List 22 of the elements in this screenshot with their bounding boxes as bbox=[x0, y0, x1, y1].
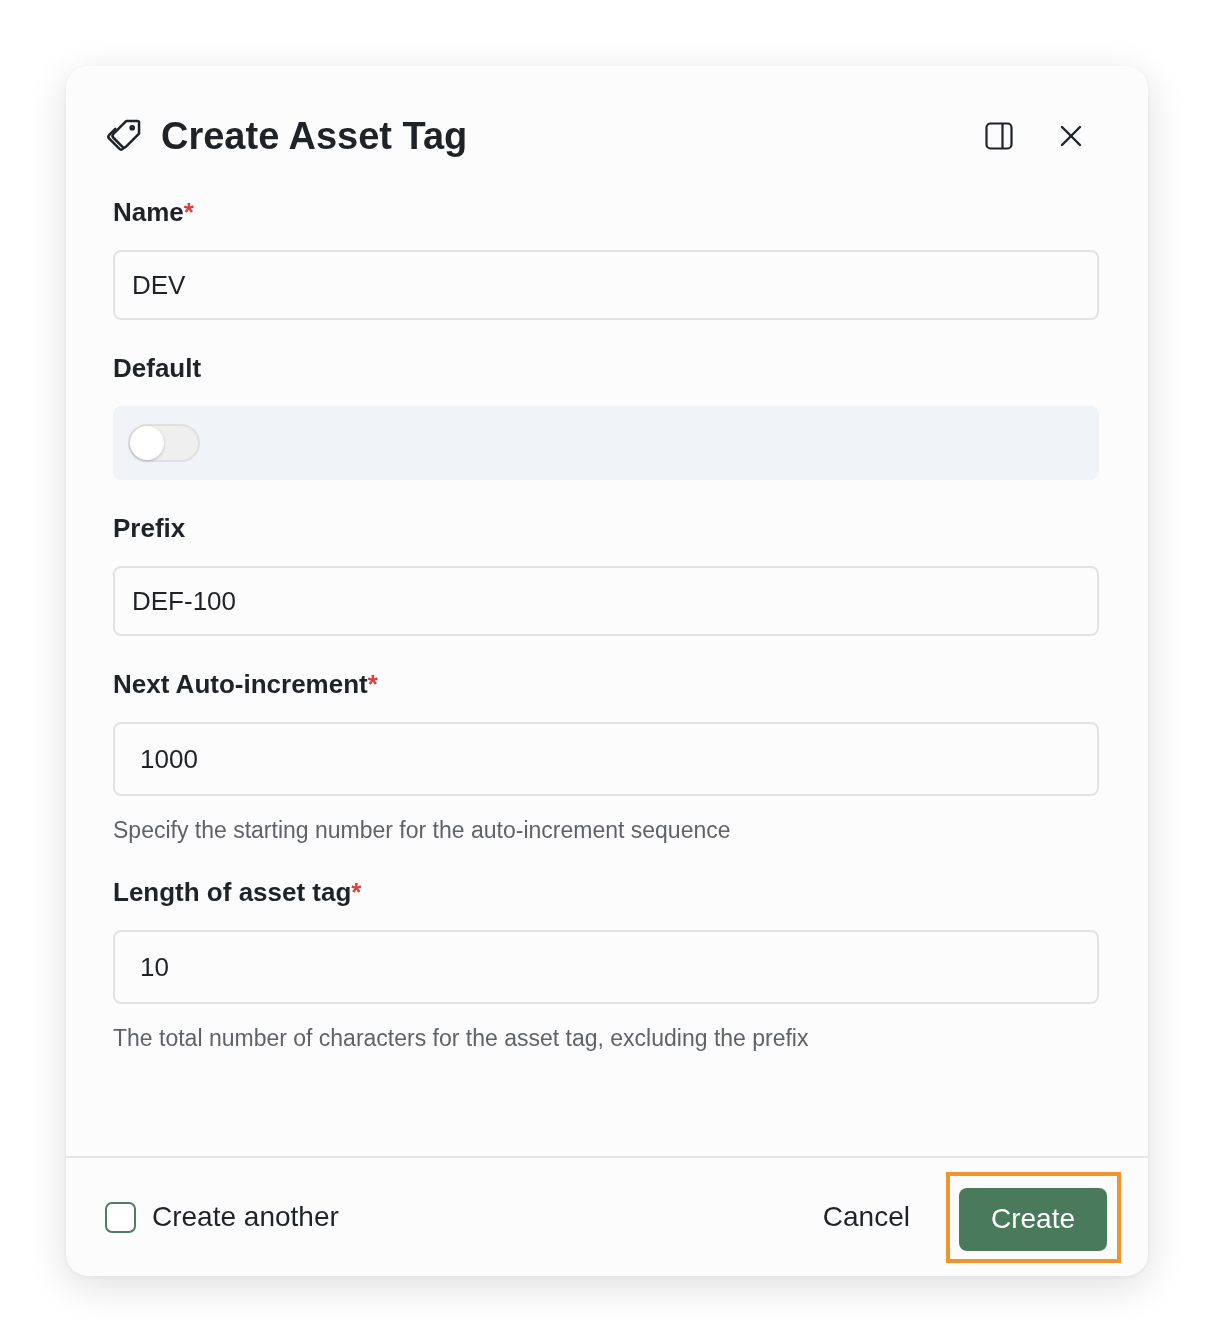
field-label: Prefix bbox=[113, 512, 186, 544]
close-icon[interactable] bbox=[1060, 125, 1082, 147]
help-text: Specify the starting number for the auto-increment sequence bbox=[113, 816, 732, 845]
field-label: Default bbox=[113, 352, 202, 384]
required-asterisk: * bbox=[351, 876, 362, 908]
field-label: Length of asset tag bbox=[113, 876, 352, 908]
input-field[interactable]: DEF-100 bbox=[113, 566, 1099, 636]
input-field[interactable]: DEV bbox=[113, 250, 1099, 320]
field-label: Name bbox=[113, 196, 184, 228]
required-asterisk: * bbox=[183, 196, 194, 228]
create-button[interactable]: Create bbox=[958, 1187, 1107, 1251]
required-asterisk: * bbox=[367, 668, 378, 700]
toggle-switch[interactable] bbox=[128, 424, 200, 462]
side-panel-icon[interactable] bbox=[985, 122, 1013, 150]
input-field[interactable]: 10 bbox=[113, 930, 1099, 1004]
cancel-button[interactable]: Cancel bbox=[816, 1193, 916, 1241]
field-label: Next Auto-increment bbox=[113, 668, 368, 700]
dialog-title: Create Asset Tag bbox=[161, 114, 468, 159]
input-field[interactable]: 1000 bbox=[113, 722, 1099, 796]
help-text: The total number of characters for the asset tag, excluding the prefix bbox=[113, 1024, 810, 1053]
checkbox[interactable] bbox=[105, 1201, 136, 1233]
checkbox-label[interactable]: Create another bbox=[152, 1201, 339, 1233]
